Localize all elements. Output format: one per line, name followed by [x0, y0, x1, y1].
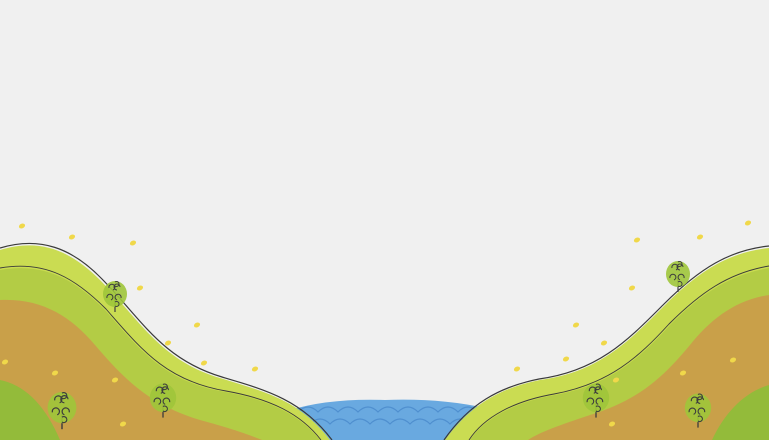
landscape-svg: [0, 0, 769, 440]
landscape-illustration: [0, 0, 769, 440]
